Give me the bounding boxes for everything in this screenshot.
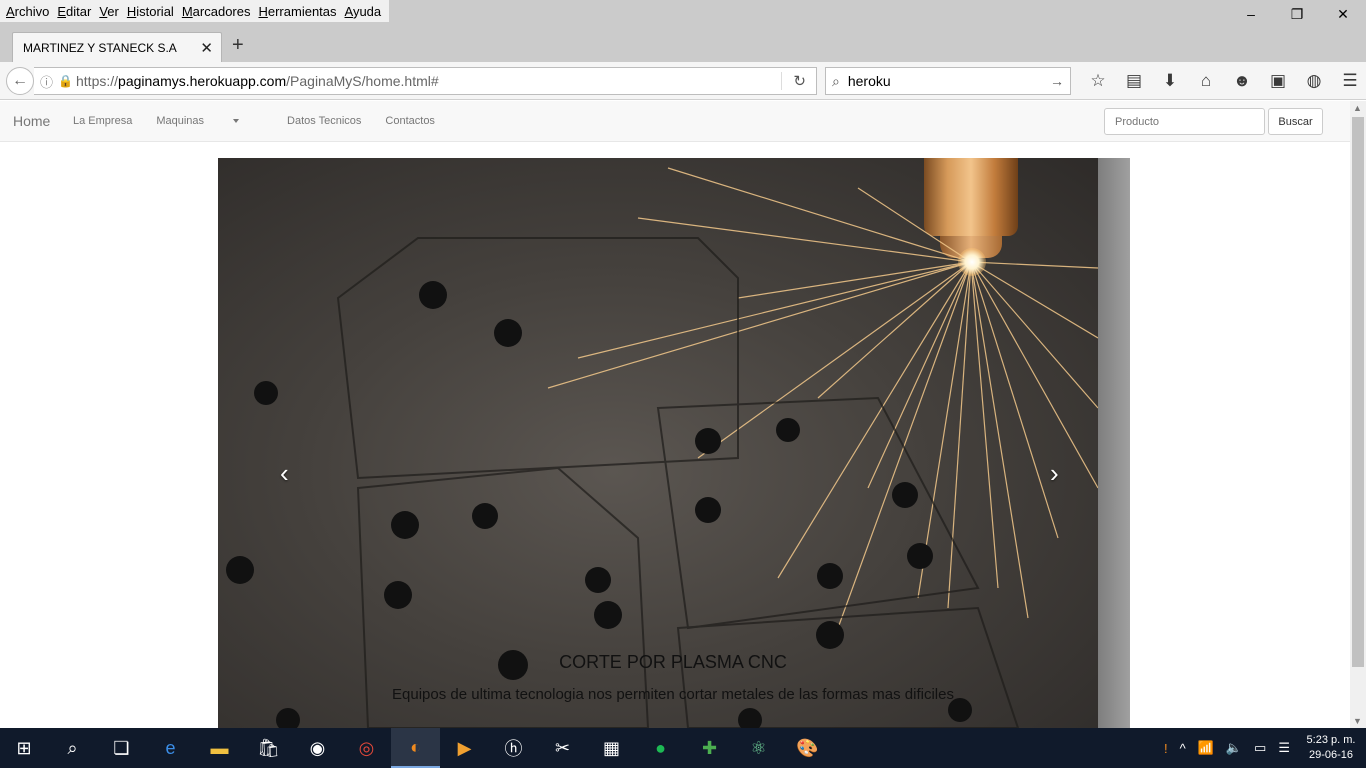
clock-date: 29-06-16 xyxy=(1308,749,1354,761)
browser-toolbar: ← ⓘ 🔒 https://paginamys.herokuapp.com/Pa… xyxy=(0,62,1366,100)
app-icon-gt[interactable]: ✚ xyxy=(685,728,734,768)
network-icon[interactable]: 📶 xyxy=(1198,740,1214,756)
media-player-icon[interactable]: ◉ xyxy=(293,728,342,768)
taskbar-clock[interactable]: 5:23 p. m. 29-06-16 xyxy=(1296,733,1366,763)
url-domain: paginamys.herokuapp.com xyxy=(118,73,287,89)
chrome-icon[interactable]: ◎ xyxy=(342,728,391,768)
system-tray: ! ^ 📶 🔈 ▭ ☰ 5:23 p. m. 29-06-16 xyxy=(1158,728,1366,768)
url-path: /PaginaMyS/home.html# xyxy=(286,73,439,89)
buscar-button[interactable]: Buscar xyxy=(1268,108,1323,135)
paint-icon[interactable]: ✂ xyxy=(538,728,587,768)
nav-home-link[interactable]: Home xyxy=(13,113,50,129)
info-icon[interactable]: ⓘ xyxy=(40,72,58,91)
carousel-edge xyxy=(1098,158,1130,728)
reload-icon[interactable]: ↻ xyxy=(793,72,806,90)
plasma-cutting-image xyxy=(218,158,1098,728)
page-scrollbar[interactable]: ▲ ▼ xyxy=(1350,101,1366,728)
scrollbar-thumb[interactable] xyxy=(1352,117,1364,667)
nav-link-contactos[interactable]: Contactos xyxy=(385,115,435,127)
clock-time: 5:23 p. m. xyxy=(1306,734,1356,746)
search-taskbar-icon[interactable]: ⌕ xyxy=(48,728,97,768)
video-app-icon[interactable]: ▶ xyxy=(440,728,489,768)
home-icon[interactable]: ⌂ xyxy=(1188,71,1224,91)
store-icon[interactable]: 🛍 xyxy=(244,728,293,768)
tab-active[interactable]: MARTINEZ Y STANECK S.A ✕ xyxy=(12,32,222,62)
search-go-icon[interactable]: → xyxy=(1050,73,1064,89)
search-bar[interactable]: ⌕ heroku → xyxy=(825,67,1071,95)
action-center-icon[interactable]: ☰ xyxy=(1278,740,1290,756)
plasma-glow xyxy=(958,248,986,276)
tab-bar: MARTINEZ Y STANECK S.A ✕ + xyxy=(0,22,1366,62)
nav-link-maquinas-label: Maquinas xyxy=(156,115,205,127)
nav-link-la-empresa[interactable]: La Empresa xyxy=(73,115,132,127)
search-icon: ⌕ xyxy=(832,72,840,89)
hp-icon[interactable]: ⓗ xyxy=(489,728,538,768)
volume-icon[interactable]: 🔈 xyxy=(1226,740,1242,756)
back-arrow-icon: ← xyxy=(12,72,28,89)
lock-icon[interactable]: 🔒 xyxy=(58,74,76,88)
nav-link-maquinas[interactable]: Maquinas xyxy=(156,115,263,127)
scroll-down-icon[interactable]: ▼ xyxy=(1353,716,1362,726)
menu-ver[interactable]: Ver xyxy=(96,4,122,19)
sparks-graphic xyxy=(226,167,1098,728)
new-tab-button[interactable]: + xyxy=(232,34,244,57)
calculator-icon[interactable]: ▦ xyxy=(587,728,636,768)
spotify-icon[interactable]: ● xyxy=(636,728,685,768)
search-value: heroku xyxy=(847,73,891,89)
menu-ayuda[interactable]: Ayuda xyxy=(342,4,385,19)
url-divider xyxy=(781,72,782,90)
reading-list-icon[interactable]: ▤ xyxy=(1116,71,1152,91)
hero-carousel: ‹ › CORTE POR PLASMA CNC Equipos de ulti… xyxy=(218,158,1130,728)
menu-editar[interactable]: Editar xyxy=(54,4,94,19)
palette-icon[interactable]: 🎨 xyxy=(783,728,832,768)
carousel-caption: CORTE POR PLASMA CNC Equipos de ultima t… xyxy=(378,652,968,705)
url-scheme: https:// xyxy=(76,73,119,89)
extension-icon[interactable]: ◍ xyxy=(1296,71,1332,91)
task-view-icon[interactable]: ❏ xyxy=(97,728,146,768)
hello-chat-icon[interactable]: ☻ xyxy=(1224,71,1260,91)
battery-icon[interactable]: ▭ xyxy=(1254,740,1266,756)
caption-text: Equipos de ultima tecnologia nos permite… xyxy=(392,686,954,703)
menu-marcadores[interactable]: Marcadores xyxy=(179,4,254,19)
tab-title: MARTINEZ Y STANECK S.A xyxy=(23,40,177,55)
update-notification-icon[interactable]: ! xyxy=(1164,741,1168,756)
back-button[interactable]: ← xyxy=(6,67,34,95)
menu-historial[interactable]: Historial xyxy=(124,4,177,19)
bookmark-star-icon[interactable]: ☆ xyxy=(1080,71,1116,91)
address-bar[interactable]: ⓘ 🔒 https://paginamys.herokuapp.com/Pagi… xyxy=(34,67,817,95)
menu-archivo[interactable]: Archivo xyxy=(3,4,52,19)
tab-close-icon[interactable]: ✕ xyxy=(200,39,213,57)
show-hidden-icons-icon[interactable]: ^ xyxy=(1180,741,1186,756)
screenshot-icon[interactable]: ▣ xyxy=(1260,71,1296,91)
menu-herramientas[interactable]: Herramientas xyxy=(255,4,339,19)
scroll-up-icon[interactable]: ▲ xyxy=(1353,103,1362,113)
hamburger-menu-icon[interactable]: ☰ xyxy=(1332,71,1366,91)
nav-links: La Empresa Maquinas Datos Tecnicos Conta… xyxy=(73,115,459,127)
carousel-next-icon[interactable]: › xyxy=(1050,458,1059,489)
caption-title: CORTE POR PLASMA CNC xyxy=(559,652,787,672)
download-icon[interactable]: ⬇ xyxy=(1152,71,1188,91)
nav-link-datos-tecnicos[interactable]: Datos Tecnicos xyxy=(287,115,361,127)
caret-down-icon xyxy=(233,119,240,124)
edge-browser-icon[interactable]: e xyxy=(146,728,195,768)
toolbar-icons: ☆ ▤ ⬇ ⌂ ☻ ▣ ◍ ☰ xyxy=(1080,71,1366,91)
file-explorer-icon[interactable]: ▬ xyxy=(195,728,244,768)
product-search-input[interactable] xyxy=(1104,108,1265,135)
firefox-icon[interactable]: ◐ xyxy=(391,728,440,768)
windows-taskbar: ⊞ ⌕ ❏ e ▬ 🛍 ◉ ◎ ◐ ▶ ⓗ ✂ ▦ ● ✚ ⚛ 🎨 ! ^ 📶 … xyxy=(0,728,1366,768)
menu-bar: Archivo Editar Ver Historial Marcadores … xyxy=(0,0,1366,22)
atom-icon[interactable]: ⚛ xyxy=(734,728,783,768)
windows-start-icon[interactable]: ⊞ xyxy=(0,728,48,768)
site-navbar: Home La Empresa Maquinas Datos Tecnicos … xyxy=(0,101,1350,142)
carousel-prev-icon[interactable]: ‹ xyxy=(280,458,289,489)
menu-list: Archivo Editar Ver Historial Marcadores … xyxy=(0,0,390,22)
